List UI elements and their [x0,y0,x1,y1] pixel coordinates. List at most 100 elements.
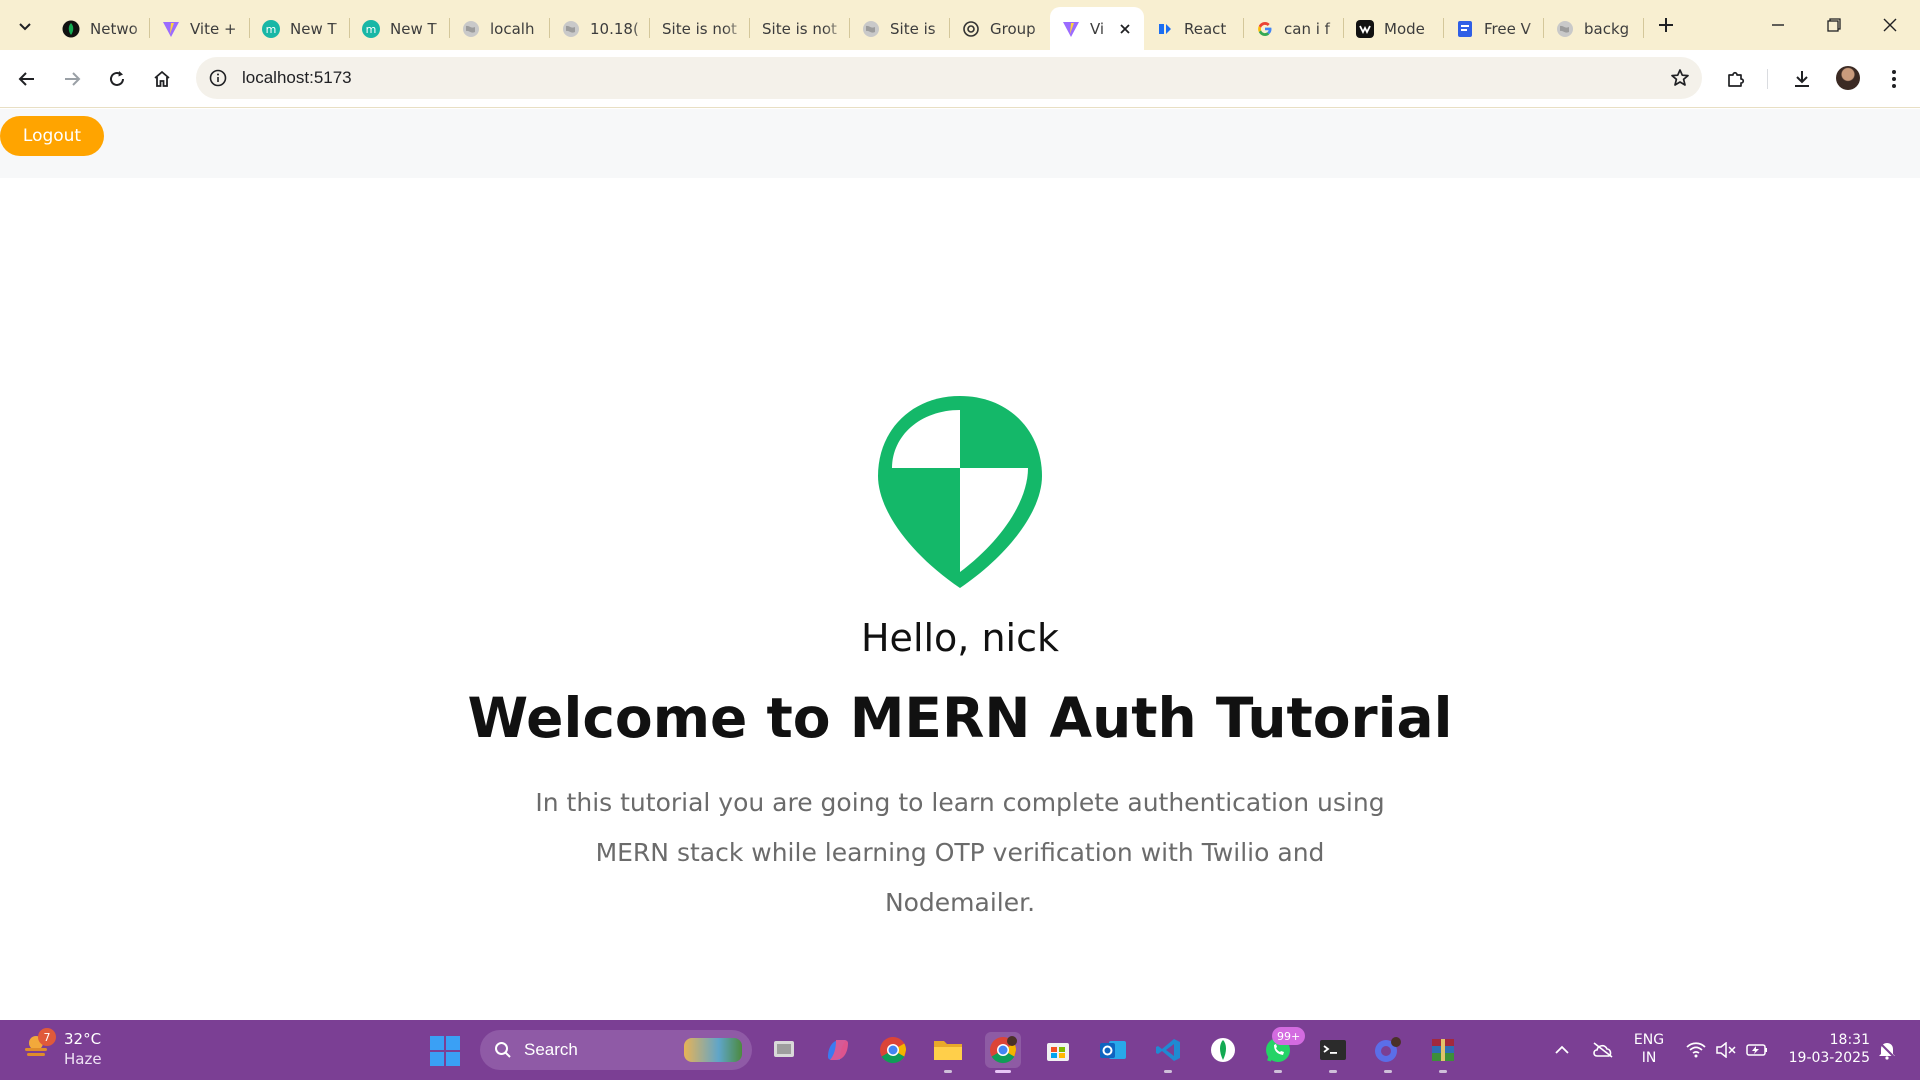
m-icon: m [262,19,280,38]
bookmark-star-icon[interactable] [1668,66,1692,90]
winrar-app[interactable] [1425,1032,1461,1073]
notification-center-button[interactable] [1874,1038,1900,1062]
tab-new-1[interactable]: m New T [250,7,350,50]
reload-icon [110,71,124,86]
file-explorer-app[interactable] [930,1032,966,1073]
restore-button[interactable] [1806,0,1862,50]
url-text[interactable]: localhost:5173 [242,68,352,88]
running-indicator [944,1070,952,1073]
page-title: Welcome to MERN Auth Tutorial [467,686,1453,750]
weather-temperature: 32°C [64,1030,102,1048]
arrow-left-icon [18,72,34,86]
tab-models[interactable]: Mode [1344,7,1444,50]
battery-charging-icon [1746,1044,1767,1056]
onedrive-tray[interactable] [1590,1038,1616,1062]
tab-google[interactable]: can i f [1244,7,1344,50]
back-button[interactable] [9,61,45,97]
copilot-app[interactable] [820,1032,856,1068]
browser-toolbar: localhost:5173 [0,50,1920,108]
language-region: IN [1641,1050,1657,1066]
wifi-tray[interactable] [1684,1038,1708,1062]
start-button[interactable] [430,1036,460,1066]
home-button[interactable] [144,61,180,97]
address-bar[interactable]: localhost:5173 [196,57,1702,99]
weather-alert-badge: 7 [38,1028,56,1046]
tab-label: Site is [890,19,936,38]
profile-avatar[interactable] [1836,66,1860,90]
tab-new-2[interactable]: m New T [350,7,450,50]
close-tab-icon[interactable] [1116,20,1134,38]
tab-localhost[interactable]: localh [450,7,550,50]
more-vert-icon [1892,70,1896,88]
download-icon [1795,71,1809,87]
extensions-button[interactable] [1718,61,1754,97]
tab-vite[interactable]: Vite + [150,7,250,50]
logout-button[interactable]: Logout [0,116,104,156]
task-view-button[interactable] [766,1032,802,1068]
system-clock[interactable]: 18:31 19-03-2025 [1780,1031,1870,1067]
vscode-app[interactable] [1150,1032,1186,1073]
chrome-profile-app[interactable] [985,1032,1021,1073]
store-icon [1047,1043,1069,1061]
chevron-down-icon [19,23,31,31]
docs-icon [1456,20,1474,38]
volume-tray[interactable] [1714,1038,1738,1062]
show-hidden-icons-button[interactable] [1550,1038,1574,1062]
mongodb-compass-app[interactable] [1205,1032,1241,1068]
new-tab-button[interactable] [1652,11,1680,39]
browser-profile-icon [1375,1037,1401,1062]
clock-time: 18:31 [1829,1032,1870,1048]
tab-label: React [1184,19,1227,38]
downloads-button[interactable] [1784,61,1820,97]
menu-button[interactable] [1876,61,1912,97]
tab-background[interactable]: backg [1544,7,1644,50]
mongodb-leaf-icon [1211,1038,1235,1062]
tab-vite-active[interactable]: Vi [1050,7,1144,50]
windows-logo-pane [446,1052,460,1066]
reload-button[interactable] [99,61,135,97]
forward-button[interactable] [54,61,90,97]
tab-label: 10.18( [590,19,639,38]
globe-icon [462,20,480,38]
tab-label: New T [290,19,337,38]
tab-site-is[interactable]: Site is [850,7,950,50]
tab-label: Vite + [190,19,237,38]
vite-icon [162,20,180,38]
tab-free[interactable]: Free V [1444,7,1544,50]
tab-react[interactable]: React [1144,7,1244,50]
archive-icon [1432,1039,1454,1061]
search-icon [495,1042,511,1058]
close-icon [1883,18,1897,32]
taskbar-search[interactable]: Search [480,1030,752,1070]
store-app[interactable] [1040,1032,1076,1068]
openai-icon [962,20,980,38]
chrome-icon [880,1037,907,1064]
tab-networks[interactable]: Netwo [50,7,150,50]
language-indicator[interactable]: ENG IN [1632,1031,1666,1067]
tab-ip[interactable]: 10.18( [550,7,650,50]
tab-group[interactable]: Group [950,7,1050,50]
windows-logo-icon [430,1036,444,1050]
tab-site-not-2[interactable]: Site is not [750,7,850,50]
globe-icon [1556,20,1574,38]
tab-label: Vi [1090,19,1105,38]
close-window-button[interactable] [1862,0,1918,50]
outlook-app[interactable] [1095,1032,1131,1068]
tab-label: Free V [1484,19,1531,38]
tab-label: localh [490,19,535,38]
app-header: Logout [0,109,1920,178]
tab-search-button[interactable] [10,11,40,41]
terminal-app[interactable] [1315,1032,1351,1073]
copilot-icon [828,1040,848,1060]
browser-profile-app[interactable] [1370,1032,1406,1073]
chrome-app[interactable] [875,1032,911,1068]
battery-tray[interactable] [1744,1038,1770,1062]
arrow-right-icon [65,72,81,86]
tab-site-not-1[interactable]: Site is not [650,7,750,50]
clock-date: 19-03-2025 [1788,1050,1870,1066]
shield-logo-icon [878,396,1042,588]
minimize-button[interactable] [1750,0,1806,50]
running-indicator [1439,1070,1447,1073]
page-description: In this tutorial you are going to learn … [535,788,1385,917]
site-info-icon[interactable] [206,66,230,90]
